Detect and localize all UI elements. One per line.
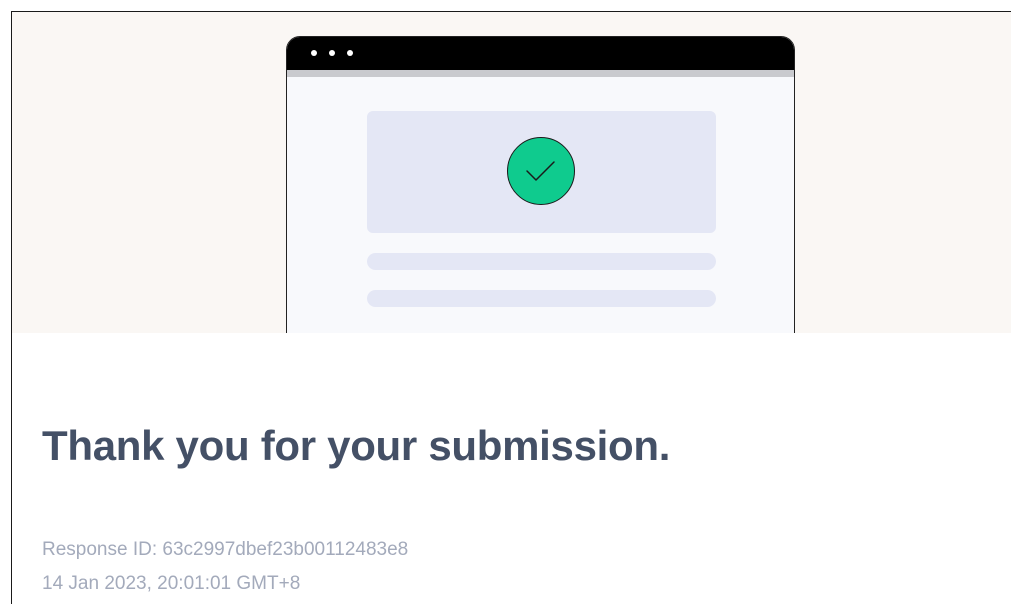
check-circle-icon	[507, 137, 575, 205]
browser-window-illustration	[286, 36, 795, 333]
window-dot-icon	[329, 50, 335, 56]
window-dot-icon	[347, 50, 353, 56]
text-line-placeholder	[367, 290, 716, 307]
window-dot-icon	[311, 50, 317, 56]
browser-address-strip	[287, 70, 794, 77]
browser-title-bar	[287, 37, 794, 70]
response-id: Response ID: 63c2997dbef23b00112483e8	[42, 539, 409, 560]
text-line-placeholder	[367, 253, 716, 270]
success-card-placeholder	[367, 111, 716, 233]
submission-timestamp: 14 Jan 2023, 20:01:01 GMT+8	[42, 573, 301, 594]
checkmark-icon	[526, 161, 555, 181]
page-title: Thank you for your submission.	[42, 422, 671, 469]
hero-illustration	[12, 12, 1011, 333]
confirmation-page: Thank you for your submission. Response …	[11, 11, 1011, 604]
